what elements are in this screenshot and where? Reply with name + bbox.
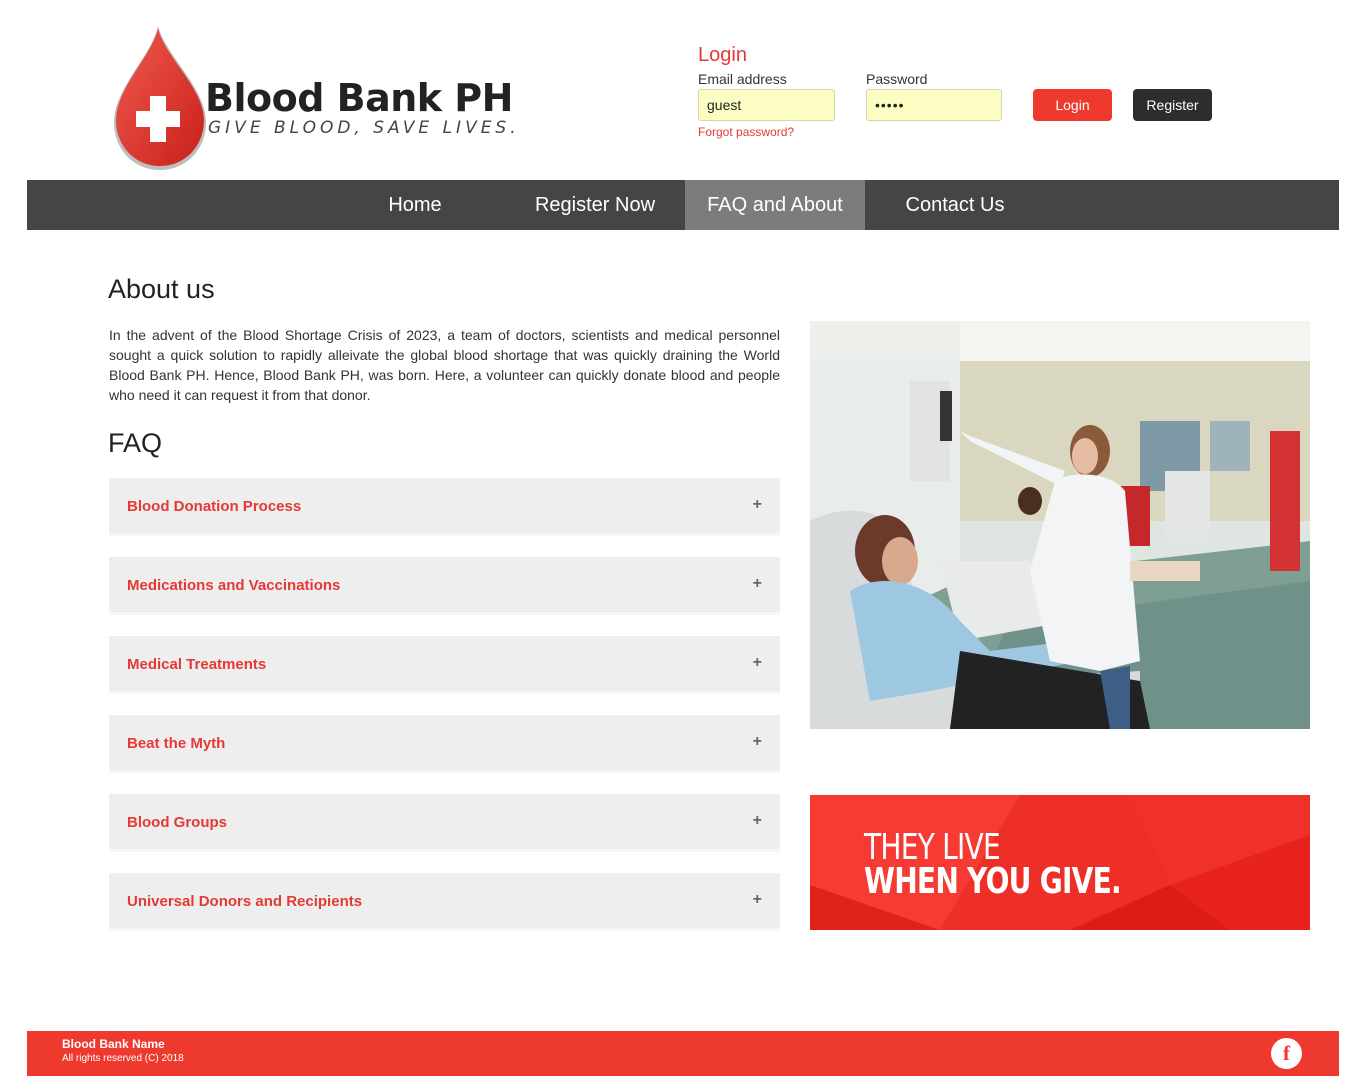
forgot-password-link[interactable]: Forgot password? [698, 125, 794, 139]
faq-item-label: Universal Donors and Recipients [127, 893, 363, 910]
facebook-icon[interactable]: f [1271, 1038, 1302, 1069]
footer-copyright: All rights reserved (C) 2018 [62, 1053, 184, 1064]
login-title: Login [698, 44, 747, 66]
faq-item-medical-treatments[interactable]: Medical Treatments + [109, 636, 780, 694]
password-label: Password [866, 71, 928, 87]
email-label: Email address [698, 71, 787, 87]
login-button[interactable]: Login [1033, 89, 1112, 121]
plus-icon: + [752, 575, 762, 592]
plus-icon: + [752, 654, 762, 671]
faq-item-label: Medications and Vaccinations [127, 577, 341, 594]
footer-name: Blood Bank Name [62, 1037, 165, 1051]
faq-item-medications-and-vaccinations[interactable]: Medications and Vaccinations + [109, 557, 780, 615]
banner-line-2: WHEN YOU GIVE. [864, 861, 1122, 902]
faq-item-universal-donors-and-recipients[interactable]: Universal Donors and Recipients + [109, 873, 780, 931]
about-text: In the advent of the Blood Shortage Cris… [109, 327, 780, 403]
plus-icon: + [752, 496, 762, 513]
faq-item-label: Medical Treatments [127, 656, 267, 673]
email-field[interactable] [698, 89, 835, 121]
password-field[interactable] [866, 89, 1002, 121]
logo-title: Blood Bank PH [205, 76, 513, 120]
faq-item-blood-groups[interactable]: Blood Groups + [109, 794, 780, 852]
faq-item-label: Beat the Myth [127, 735, 226, 752]
facebook-glyph: f [1283, 1041, 1290, 1065]
main-nav: Home Register Now FAQ and About Contact … [27, 180, 1339, 230]
about-heading: About us [108, 274, 215, 304]
faq-heading: FAQ [108, 428, 163, 458]
faq-item-label: Blood Groups [127, 814, 227, 831]
logo-tagline: GIVE BLOOD, SAVE LIVES. [208, 118, 520, 138]
footer: Blood Bank Name All rights reserved (C) … [27, 1031, 1339, 1076]
they-live-banner: THEY LIVE WHEN YOU GIVE. [810, 795, 1310, 930]
faq-item-label: Blood Donation Process [127, 498, 302, 515]
nav-item-contact-us[interactable]: Contact Us [865, 180, 1045, 230]
blood-drop-icon [114, 26, 206, 170]
plus-icon: + [752, 812, 762, 829]
faq-item-blood-donation-process[interactable]: Blood Donation Process + [109, 478, 780, 536]
site-logo[interactable]: Blood Bank PH GIVE BLOOD, SAVE LIVES. [112, 26, 516, 172]
plus-icon: + [752, 891, 762, 908]
faq-item-beat-the-myth[interactable]: Beat the Myth + [109, 715, 780, 773]
plus-icon: + [752, 733, 762, 750]
nav-item-register-now[interactable]: Register Now [505, 180, 685, 230]
blood-donation-photo [810, 321, 1310, 729]
register-button[interactable]: Register [1133, 89, 1212, 121]
nav-item-home[interactable]: Home [325, 180, 505, 230]
nav-item-faq-and-about[interactable]: FAQ and About [685, 180, 865, 230]
